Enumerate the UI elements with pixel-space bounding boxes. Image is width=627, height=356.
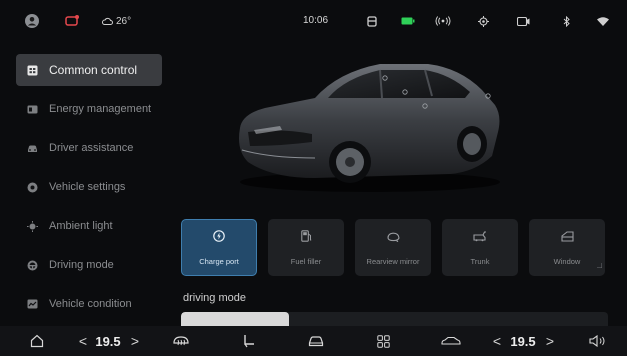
sidebar-item-driving-mode[interactable]: Driving mode — [16, 249, 162, 281]
battery-status-icon — [400, 14, 416, 28]
steering-icon — [27, 260, 38, 271]
apps-grid-icon[interactable] — [374, 333, 392, 349]
sidebar-item-label: Common control — [49, 63, 138, 77]
trunk-icon — [473, 229, 487, 247]
card-label: Window — [553, 257, 581, 266]
bottom-dock: < 19.5 > < 19.5 > — [0, 326, 627, 356]
mirror-icon — [386, 229, 400, 247]
car-control-icon[interactable] — [307, 333, 325, 349]
cloud-icon — [102, 17, 113, 25]
grid-icon — [27, 65, 38, 76]
clock: 10:06 — [303, 15, 329, 26]
fuel-filler-button[interactable]: Fuel filler — [268, 219, 344, 276]
expand-corner-icon — [597, 255, 603, 273]
location-icon — [476, 14, 490, 28]
vehicle-icon[interactable] — [440, 333, 462, 349]
right-temp-increase-button[interactable]: > — [543, 333, 557, 349]
card-label: Trunk — [470, 257, 490, 266]
monitor-icon — [27, 299, 38, 310]
battery-icon — [27, 104, 38, 115]
trunk-button[interactable]: Trunk — [442, 219, 518, 276]
sidebar-item-vehicle-settings[interactable]: Vehicle settings — [16, 171, 162, 203]
sidebar: Common control Energy management Driver … — [16, 54, 162, 327]
card-label: Charge port — [199, 257, 239, 266]
car-icon — [27, 143, 38, 154]
settings-icon — [27, 182, 38, 193]
light-icon — [27, 220, 38, 232]
dashcam-icon — [515, 14, 531, 28]
sidebar-item-label: Driver assistance — [49, 142, 134, 154]
notification-icon[interactable] — [64, 14, 80, 28]
sidebar-item-label: Driving mode — [49, 259, 114, 271]
rear-defrost-icon[interactable] — [172, 333, 190, 349]
left-temp-decrease-button[interactable]: < — [76, 333, 90, 349]
charge-port-button[interactable]: Charge port — [181, 219, 257, 276]
right-temp-decrease-button[interactable]: < — [490, 333, 504, 349]
bluetooth-icon — [561, 14, 571, 28]
driving-mode-title: driving mode — [183, 292, 246, 304]
card-label: Fuel filler — [290, 257, 322, 266]
window-icon — [560, 229, 574, 247]
charge-port-icon — [213, 229, 225, 247]
sidebar-item-energy-management[interactable]: Energy management — [16, 93, 162, 125]
sidebar-item-label: Vehicle condition — [49, 298, 132, 310]
right-temperature: 19.5 — [510, 333, 536, 349]
rearview-mirror-button[interactable]: Rearview mirror — [355, 219, 431, 276]
outside-temperature: 26° — [116, 15, 132, 27]
weather: 26° — [102, 14, 136, 28]
left-temperature: 19.5 — [95, 333, 121, 349]
seat-heating-icon[interactable] — [240, 333, 258, 349]
vehicle-image — [220, 50, 510, 195]
sidebar-item-ambient-light[interactable]: Ambient light — [16, 210, 162, 242]
driving-mode-selected-option[interactable] — [181, 312, 289, 326]
driving-mode-selector[interactable] — [181, 312, 608, 326]
window-button[interactable]: Window — [529, 219, 605, 276]
status-bar: 26° 10:06 — [0, 0, 627, 42]
card-label: Rearview mirror — [366, 257, 420, 266]
sidebar-item-label: Energy management — [49, 103, 152, 115]
home-icon[interactable] — [28, 333, 46, 349]
sidebar-item-vehicle-condition[interactable]: Vehicle condition — [16, 288, 162, 320]
profile-icon[interactable] — [24, 14, 40, 28]
sidebar-item-driver-assistance[interactable]: Driver assistance — [16, 132, 162, 164]
fuel-icon — [300, 229, 312, 247]
wifi-icon — [596, 14, 610, 28]
volume-icon[interactable] — [587, 333, 607, 349]
sidebar-item-label: Vehicle settings — [49, 181, 126, 193]
quick-controls: Charge port Fuel filler Rearview mirror … — [181, 219, 605, 276]
left-temp-increase-button[interactable]: > — [128, 333, 142, 349]
sidebar-item-label: Ambient light — [49, 220, 113, 232]
sidebar-item-common-control[interactable]: Common control — [16, 54, 162, 86]
hotspot-icon — [434, 14, 452, 28]
seat-icon — [366, 14, 378, 28]
